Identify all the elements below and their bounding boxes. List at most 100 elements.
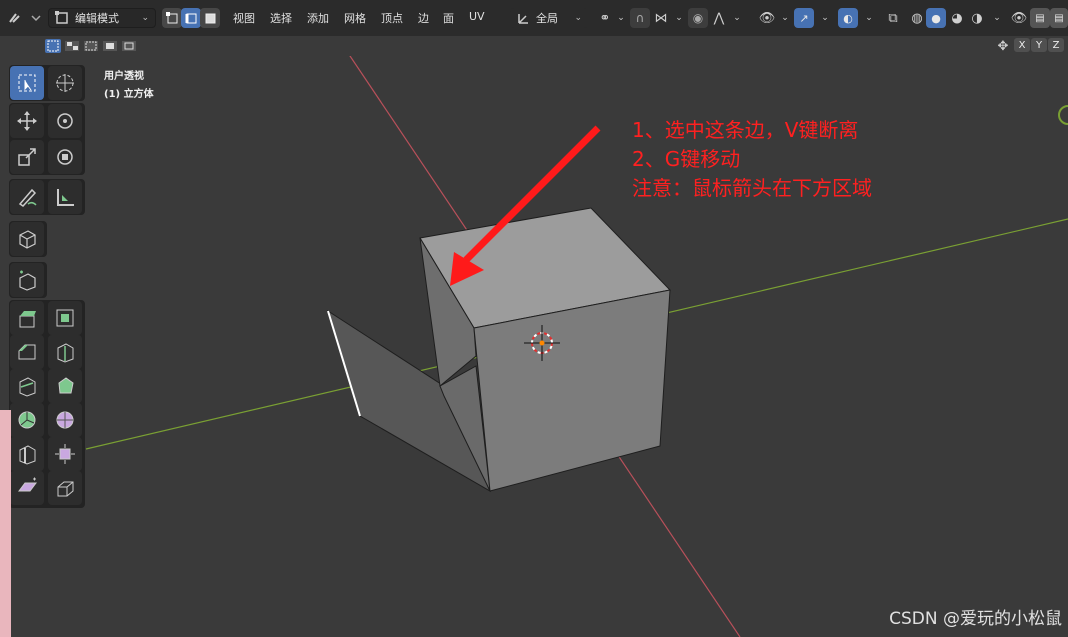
chevron-down-icon[interactable]: ⌄	[670, 9, 688, 27]
transform-icon	[57, 149, 73, 165]
selection-modes-icon	[45, 39, 136, 53]
scale-tool[interactable]	[10, 140, 44, 174]
wireframe-shading-icon[interactable]: ◍	[908, 9, 926, 27]
spin-tool[interactable]	[10, 403, 44, 437]
menu-add[interactable]: 添加	[307, 10, 329, 26]
loop-cut-tool[interactable]	[48, 335, 82, 369]
visibility-icon[interactable]: 👁	[758, 9, 776, 27]
move-tool[interactable]	[10, 104, 44, 138]
object-name: (1) 立方体	[104, 89, 154, 100]
menu-view[interactable]: 视图	[233, 10, 255, 26]
edit-mode-icon	[55, 11, 68, 24]
add-cube-tool[interactable]	[10, 222, 44, 256]
tool-header: ✥ X Y Z	[0, 36, 1068, 56]
toolbar-toggle[interactable]: ▤	[1030, 8, 1050, 28]
mirror-z-toggle[interactable]: Z	[1048, 38, 1064, 52]
snap-toggle[interactable]: ∩	[630, 8, 650, 28]
mirror-x-toggle[interactable]: X	[1014, 38, 1030, 52]
rendered-shading-icon[interactable]: ◑	[968, 9, 986, 27]
magnet-icon: ∩	[635, 11, 645, 25]
chevron-down-icon[interactable]: ⌄	[816, 9, 834, 27]
solid-shading-button[interactable]: ●	[926, 8, 946, 28]
inset-faces-icon	[56, 309, 74, 327]
poly-build-tool[interactable]	[48, 369, 82, 403]
vertex-select-button[interactable]	[162, 8, 182, 28]
menu-face[interactable]: 面	[443, 10, 454, 26]
shear-icon	[18, 477, 37, 492]
move-icon	[17, 111, 37, 131]
chevron-down-icon: ⌄	[574, 13, 582, 23]
cursor-tool[interactable]	[48, 66, 82, 100]
face-select-button[interactable]	[200, 8, 220, 28]
chevron-down-icon[interactable]: ⌄	[776, 9, 794, 27]
rip-region-tool[interactable]	[48, 471, 82, 505]
select-mode-buttons[interactable]	[44, 38, 140, 54]
eye-icon[interactable]: 👁	[1010, 9, 1028, 27]
chevron-down-icon[interactable]: ⌄	[860, 9, 878, 27]
orientation-label: 全局	[536, 12, 558, 25]
vertex-select-icon	[166, 12, 178, 24]
chevron-down-icon[interactable]: ⌄	[728, 9, 746, 27]
panel-icon: ▤	[1035, 12, 1045, 24]
scale-icon	[18, 148, 36, 166]
shrink-fatten-icon	[55, 444, 75, 464]
shrink-fatten-tool[interactable]	[48, 437, 82, 471]
editor-type-icon	[9, 13, 41, 23]
snap-increment-icon[interactable]: ⋈	[652, 9, 670, 27]
loop-cut-icon	[57, 343, 74, 363]
annotate-tool[interactable]	[10, 180, 44, 214]
inset-faces-tool[interactable]	[48, 301, 82, 335]
menu-mesh[interactable]: 网格	[344, 10, 366, 26]
knife-icon	[19, 377, 36, 397]
transform-tool[interactable]	[48, 140, 82, 174]
viewport-header: 编辑模式 ⌄ 视图 选择 添加 网格 顶点 边 面 UV 全局 ⌄ ⚭ ⌄ ∩ …	[0, 0, 1068, 36]
mode-dropdown[interactable]: 编辑模式 ⌄	[48, 8, 156, 28]
menu-select[interactable]: 选择	[270, 10, 292, 26]
annotation-line-1: 1、选中这条边，V键断离	[632, 118, 859, 142]
shear-tool[interactable]	[10, 471, 44, 505]
measure-tool[interactable]	[48, 180, 82, 214]
edge-select-icon	[185, 13, 197, 24]
chevron-down-icon[interactable]: ⌄	[988, 9, 1006, 27]
annotate-icon	[18, 188, 37, 207]
background-window-edge	[0, 410, 11, 637]
gizmo-icon: ↗	[799, 11, 809, 25]
falloff-icon[interactable]: ⋀	[710, 9, 728, 27]
viewport-canvas[interactable]	[0, 56, 1068, 637]
edge-select-button[interactable]	[181, 8, 201, 28]
menu-vertex[interactable]: 顶点	[381, 10, 403, 26]
editor-type-button[interactable]	[4, 8, 42, 28]
add-cube-icon	[19, 230, 36, 249]
extrude-region-icon	[19, 270, 36, 291]
gizmo-toggle[interactable]: ↗	[794, 8, 814, 28]
edge-slide-tool[interactable]	[10, 437, 44, 471]
menu-edge[interactable]: 边	[418, 10, 429, 26]
edge-slide-icon	[19, 445, 36, 465]
sidebar-toggle[interactable]: ▤	[1050, 8, 1068, 28]
nav-gizmo-handle[interactable]	[1058, 105, 1068, 125]
annotation-line-2: 2、G键移动	[632, 147, 741, 171]
select-box-tool[interactable]	[10, 66, 44, 100]
panel-icon: ▤	[1054, 12, 1064, 24]
smooth-tool[interactable]	[48, 403, 82, 437]
bevel-tool[interactable]	[10, 335, 44, 369]
rotate-tool[interactable]	[48, 104, 82, 138]
proportional-edit-toggle[interactable]: ◉	[688, 8, 708, 28]
menu-uv[interactable]: UV	[469, 10, 485, 23]
material-shading-icon[interactable]: ◕	[948, 9, 966, 27]
xray-icon[interactable]: ⧉	[884, 9, 902, 27]
poly-build-icon	[58, 377, 74, 394]
smooth-icon	[56, 411, 74, 429]
proportional-edit-icon: ◉	[692, 11, 704, 25]
transform-orientation-dropdown[interactable]: 全局 ⌄	[510, 8, 588, 28]
navigation-gizmo-icon[interactable]: ✥	[994, 37, 1012, 55]
chevron-down-icon[interactable]: ⌄	[612, 9, 630, 27]
annotation-line-3: 注意：鼠标箭头在下方区域	[632, 176, 872, 200]
solid-shading-icon: ●	[931, 11, 941, 25]
overlays-toggle[interactable]: ◐	[838, 8, 858, 28]
extrude-tool[interactable]	[10, 263, 44, 297]
cursor-icon	[56, 74, 74, 92]
knife-tool[interactable]	[10, 369, 44, 403]
extrude-region-tool[interactable]	[10, 301, 44, 335]
mirror-y-toggle[interactable]: Y	[1031, 38, 1047, 52]
